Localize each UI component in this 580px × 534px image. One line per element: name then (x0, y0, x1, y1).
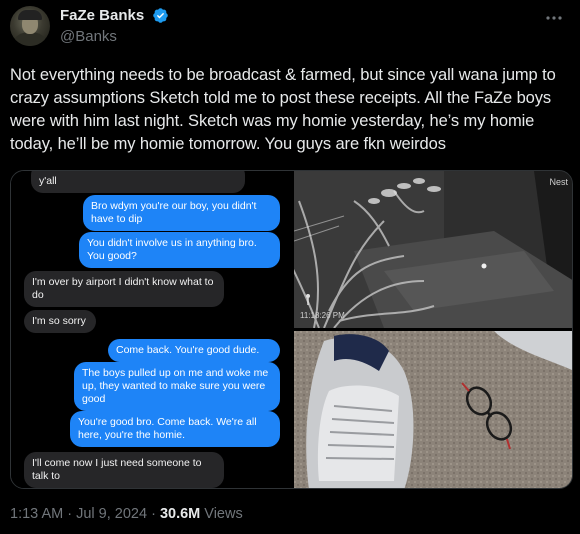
message-bubble: Bro wdym you're our boy, you didn't have… (83, 195, 280, 231)
separator: · (63, 506, 77, 522)
message-screenshot[interactable]: y'all Bro wdym you're our boy, you didn'… (11, 171, 291, 488)
tweet-meta: 1:13 AM · Jul 9, 2024 · 30.6M Views (10, 506, 243, 522)
message-bubble: The boys pulled up on me and woke me up,… (74, 362, 280, 411)
author-names: FaZe Banks @Banks (60, 7, 169, 45)
message-bubble: y'all (31, 171, 245, 193)
tweet-date[interactable]: Jul 9, 2024 (76, 506, 147, 522)
tweet-time[interactable]: 1:13 AM (10, 506, 63, 522)
tweet-text: Not everything needs to be broadcast & f… (10, 66, 556, 153)
author-handle[interactable]: @Banks (60, 28, 169, 45)
camera-timestamp: 11:18:26 PM (300, 311, 345, 320)
message-bubble: Come back. You're good dude. (108, 339, 280, 362)
avatar[interactable] (10, 6, 50, 46)
views-label: Views (200, 506, 243, 522)
tweet-header: FaZe Banks @Banks (10, 6, 570, 46)
shoe-scene (294, 331, 572, 488)
separator: · (147, 506, 160, 522)
camera-brand-label: Nest (549, 177, 568, 187)
views-count[interactable]: 30.6M (160, 506, 200, 522)
security-camera-image[interactable]: Nest 11:18:26 PM (294, 171, 572, 328)
author-display-name[interactable]: FaZe Banks (60, 7, 144, 24)
message-bubble: I'll come now I just need someone to tal… (24, 452, 224, 488)
more-options-icon[interactable] (542, 8, 566, 28)
message-bubble: I'm so sorry (24, 310, 96, 333)
message-bubble: You're good bro. Come back. We're all he… (70, 411, 280, 447)
tweet-media-grid[interactable]: y'all Bro wdym you're our boy, you didn'… (10, 170, 573, 489)
message-bubble: I'm over by airport I didn't know what t… (24, 271, 224, 307)
camera-scene (294, 171, 572, 328)
verified-badge-icon[interactable] (152, 7, 169, 24)
shoe-and-glasses-image[interactable] (294, 331, 572, 488)
message-bubble: You didn't involve us in anything bro. Y… (79, 232, 280, 268)
